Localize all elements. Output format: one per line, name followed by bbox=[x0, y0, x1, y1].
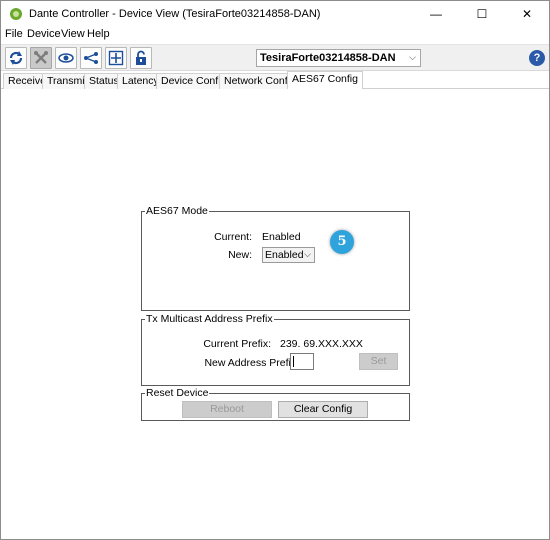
tx-prefix-title: Tx Multicast Address Prefix bbox=[145, 313, 274, 325]
close-icon: ✕ bbox=[521, 7, 533, 21]
current-prefix-value: 239. 69.XXX.XXX bbox=[280, 338, 363, 350]
lock-button[interactable] bbox=[130, 47, 152, 69]
new-mode-label: New: bbox=[228, 249, 252, 261]
window-title: Dante Controller - Device View (TesiraFo… bbox=[29, 8, 321, 20]
device-select-value: TesiraForte03214858-DAN bbox=[260, 52, 396, 64]
text-caret bbox=[293, 356, 294, 367]
current-mode-value: Enabled bbox=[262, 231, 301, 243]
new-prefix-label: New Address Prefix: bbox=[204, 357, 299, 369]
add-icon bbox=[108, 50, 124, 66]
tab-aes67-config[interactable]: AES67 Config bbox=[287, 71, 363, 89]
aes67-mode-group: AES67 Mode Current: Enabled New: Enabled… bbox=[141, 205, 410, 311]
reboot-button[interactable]: Reboot bbox=[182, 401, 272, 418]
step-callout-badge: 5 bbox=[330, 230, 354, 254]
network-button[interactable] bbox=[80, 47, 102, 69]
eye-icon bbox=[58, 53, 74, 63]
chevron-down-icon: ⌵ bbox=[304, 249, 311, 259]
menu-file[interactable]: File bbox=[5, 28, 23, 40]
menu-view[interactable]: View bbox=[61, 28, 85, 40]
menu-help[interactable]: Help bbox=[87, 28, 110, 40]
add-button[interactable] bbox=[105, 47, 127, 69]
menu-device[interactable]: Device bbox=[27, 28, 61, 40]
view-button[interactable] bbox=[55, 47, 77, 69]
clear-config-button[interactable]: Clear Config bbox=[278, 401, 368, 418]
title-bar: Dante Controller - Device View (TesiraFo… bbox=[1, 1, 549, 27]
tools-button[interactable] bbox=[30, 47, 52, 69]
aes67-mode-title: AES67 Mode bbox=[145, 205, 209, 217]
toolbar: TesiraForte03214858-DAN ⌵ ? bbox=[1, 44, 549, 71]
current-prefix-label: Current Prefix: bbox=[203, 338, 271, 350]
menu-bar: File Device View Help bbox=[1, 27, 549, 43]
tab-bar: Receive Transmit Status Latency Device C… bbox=[1, 71, 549, 89]
dante-app-icon bbox=[10, 8, 22, 20]
minimize-button[interactable]: — bbox=[413, 1, 459, 27]
app-window: Dante Controller - Device View (TesiraFo… bbox=[0, 0, 550, 540]
device-select[interactable]: TesiraForte03214858-DAN ⌵ bbox=[256, 49, 421, 67]
current-mode-label: Current: bbox=[214, 231, 252, 243]
lock-icon bbox=[136, 50, 146, 65]
new-mode-value: Enabled bbox=[265, 249, 304, 261]
help-icon[interactable]: ? bbox=[529, 50, 545, 66]
close-button[interactable]: ✕ bbox=[504, 1, 549, 27]
tools-icon bbox=[34, 51, 48, 64]
maximize-icon: ☐ bbox=[476, 7, 488, 21]
set-button[interactable]: Set bbox=[359, 353, 398, 370]
reset-device-group: Reset Device Reboot Clear Config bbox=[141, 387, 410, 421]
minimize-icon: — bbox=[430, 7, 442, 21]
new-prefix-input[interactable] bbox=[290, 353, 314, 370]
refresh-icon bbox=[9, 51, 23, 65]
chevron-down-icon: ⌵ bbox=[409, 52, 416, 62]
network-icon bbox=[84, 52, 98, 64]
maximize-button[interactable]: ☐ bbox=[459, 1, 505, 27]
reset-device-title: Reset Device bbox=[145, 387, 210, 399]
tx-prefix-group: Tx Multicast Address Prefix Current Pref… bbox=[141, 313, 410, 386]
new-mode-select[interactable]: Enabled ⌵ bbox=[262, 247, 315, 263]
refresh-button[interactable] bbox=[5, 47, 27, 69]
